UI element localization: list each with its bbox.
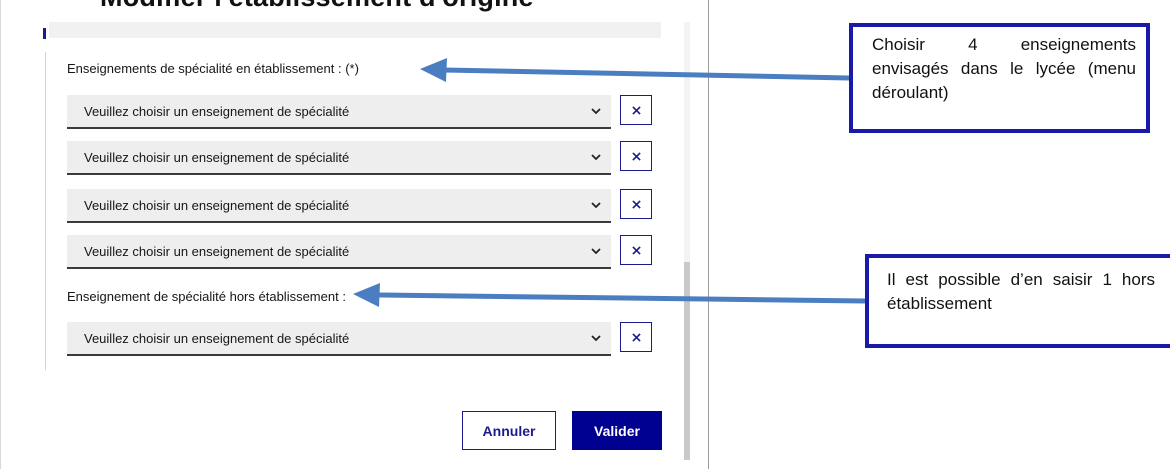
specialty-select-2-value: Veuillez choisir un enseignement de spéc… xyxy=(84,150,350,165)
specialty-select-4-value: Veuillez choisir un enseignement de spéc… xyxy=(84,244,350,259)
specialty-select-3-value: Veuillez choisir un enseignement de spéc… xyxy=(84,198,350,213)
specialty-select-outside-value: Veuillez choisir un enseignement de spéc… xyxy=(84,331,350,346)
cancel-button[interactable]: Annuler xyxy=(462,411,556,450)
chevron-down-icon xyxy=(591,108,601,115)
callout-one-outside: Il est possible d’en saisir 1 hors établ… xyxy=(865,254,1170,348)
close-icon xyxy=(631,151,641,161)
modal-accent-mark xyxy=(43,28,46,39)
modal-panel: Enseignements de spécialité en établisse… xyxy=(0,0,691,469)
close-icon xyxy=(631,105,641,115)
in-school-section-label: Enseignements de spécialité en établisse… xyxy=(67,61,359,76)
close-icon xyxy=(631,245,641,255)
chevron-down-icon xyxy=(591,335,601,342)
remove-specialty-outside-button[interactable] xyxy=(620,322,652,352)
specialty-select-4[interactable]: Veuillez choisir un enseignement de spéc… xyxy=(67,235,611,269)
modal-top-bar xyxy=(49,22,661,38)
close-icon xyxy=(631,199,641,209)
panel-divider xyxy=(708,0,709,469)
specialty-select-outside[interactable]: Veuillez choisir un enseignement de spéc… xyxy=(67,322,611,356)
remove-specialty-1-button[interactable] xyxy=(620,95,652,125)
callout-one-outside-text: Il est possible d’en saisir 1 hors établ… xyxy=(887,270,1155,313)
out-school-section-label: Enseignement de spécialité hors établiss… xyxy=(67,289,346,304)
chevron-down-icon xyxy=(591,248,601,255)
fieldset-border xyxy=(45,52,46,370)
callout-choose-four-text: Choisir 4 enseignements envisagés dans l… xyxy=(872,35,1136,102)
submit-button[interactable]: Valider xyxy=(572,411,662,450)
chevron-down-icon xyxy=(591,202,601,209)
specialty-select-1[interactable]: Veuillez choisir un enseignement de spéc… xyxy=(67,95,611,129)
specialty-select-2[interactable]: Veuillez choisir un enseignement de spéc… xyxy=(67,141,611,175)
chevron-down-icon xyxy=(591,154,601,161)
remove-specialty-2-button[interactable] xyxy=(620,141,652,171)
specialty-select-1-value: Veuillez choisir un enseignement de spéc… xyxy=(84,104,350,119)
remove-specialty-3-button[interactable] xyxy=(620,189,652,219)
remove-specialty-4-button[interactable] xyxy=(620,235,652,265)
close-icon xyxy=(631,332,641,342)
specialty-select-3[interactable]: Veuillez choisir un enseignement de spéc… xyxy=(67,189,611,223)
scrollbar-thumb[interactable] xyxy=(684,262,690,460)
callout-choose-four: Choisir 4 enseignements envisagés dans l… xyxy=(849,23,1150,133)
